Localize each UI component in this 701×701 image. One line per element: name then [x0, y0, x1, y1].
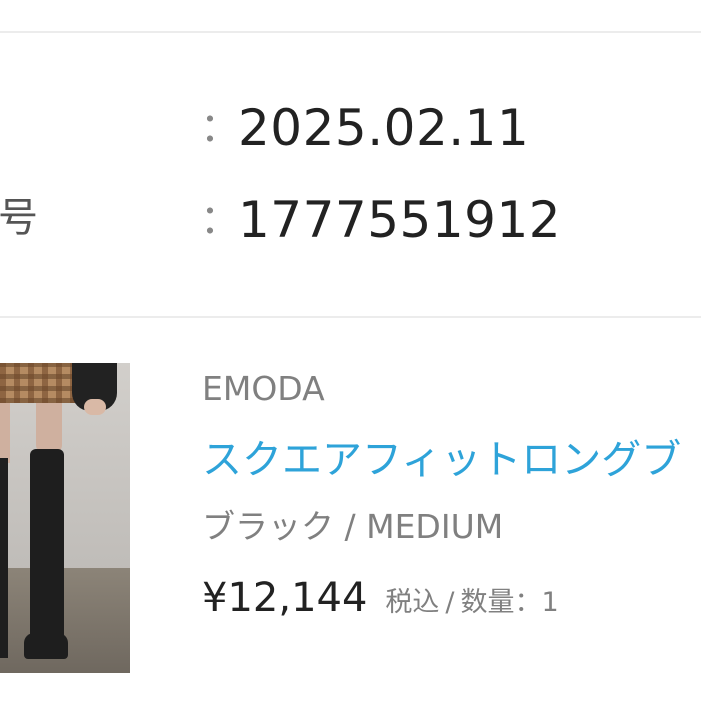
section-divider	[0, 316, 701, 318]
date-colon: ：	[200, 105, 240, 151]
top-divider	[0, 31, 701, 33]
price-row: ¥12,144 税込 / 数量：1	[202, 578, 559, 618]
product-name-link[interactable]: スクエアフィットロングブ	[202, 440, 681, 480]
order-number-value: 1777551912	[238, 191, 562, 249]
tax-label: 税込	[385, 587, 440, 618]
price-separator: /	[445, 587, 455, 618]
thumbnail-hand	[84, 399, 106, 415]
thumbnail-boot-foot	[24, 633, 68, 659]
thumbnail-boot-right	[30, 449, 64, 649]
order-number-colon: ：	[200, 197, 240, 243]
order-number-label: 号	[0, 195, 38, 241]
quantity-label: 数量：1	[460, 587, 559, 618]
product-thumbnail[interactable]	[0, 363, 130, 673]
product-variant: ブラック / MEDIUM	[202, 507, 504, 546]
thumbnail-boot-left	[0, 458, 8, 658]
price-meta: 税込 / 数量：1	[385, 587, 558, 618]
thumbnail-leg-left	[0, 403, 10, 463]
product-brand: EMODA	[202, 369, 325, 408]
thumbnail-leg-right	[36, 403, 62, 453]
order-date-value: 2025.02.11	[238, 99, 530, 157]
order-detail-view: ： 2025.02.11 号 ： 1777551912 EMODA スクエアフィ…	[0, 0, 701, 701]
product-price: ¥12,144	[202, 575, 368, 621]
